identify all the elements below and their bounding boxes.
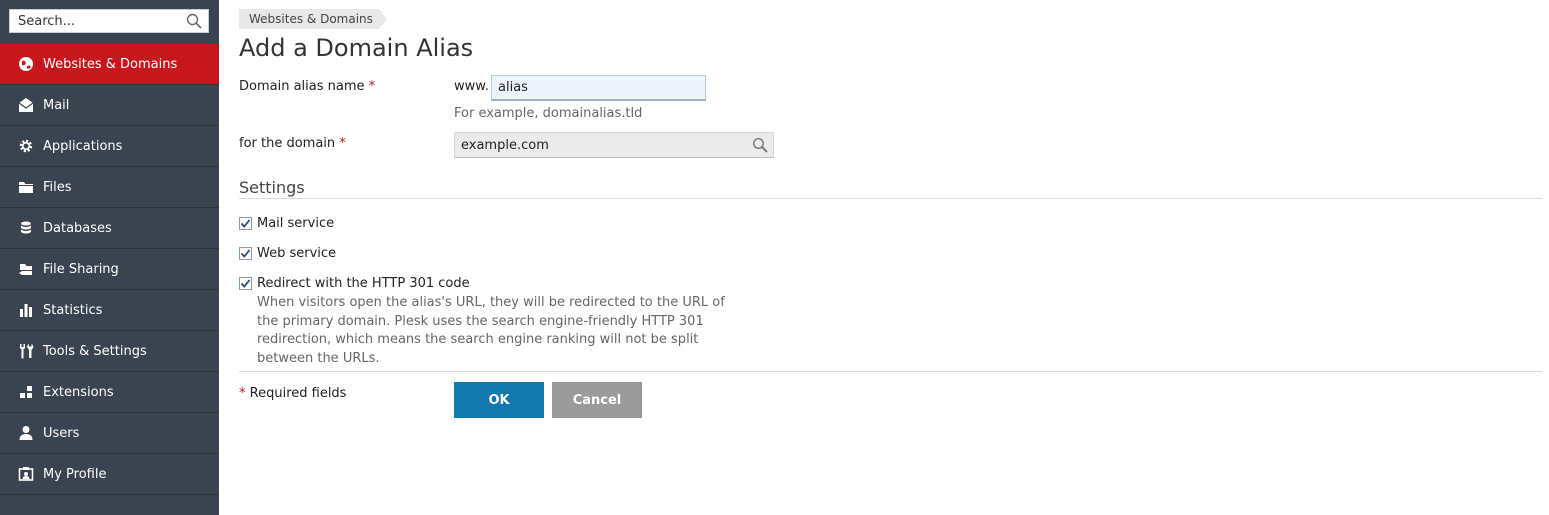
required-mark: * [368,79,376,94]
sidebar-item-tools-settings[interactable]: Tools & Settings [0,331,219,372]
sidebar-item-users[interactable]: Users [0,413,219,454]
sidebar-item-extensions[interactable]: Extensions [0,372,219,413]
mail-service-option[interactable]: Mail service [239,216,334,231]
redirect-option[interactable]: Redirect with the HTTP 301 code [239,276,470,291]
sidebar-item-label: File Sharing [43,261,119,277]
domain-select-wrapper [454,132,774,158]
redirect-description: When visitors open the alias's URL, they… [257,295,725,366]
sidebar-item-my-profile[interactable]: My Profile [0,454,219,495]
web-service-label: Web service [257,246,337,261]
sidebar-nav: Websites & Domains Mail Applications Fil… [0,44,219,495]
gear-icon [18,138,34,154]
search-input[interactable] [10,10,178,32]
sidebar-item-databases[interactable]: Databases [0,208,219,249]
required-mark: * [339,136,346,151]
web-service-checkbox[interactable] [239,247,252,260]
search-icon[interactable] [752,137,768,153]
page-title: Add a Domain Alias [239,34,474,62]
required-fields-text: Required fields [249,386,347,401]
sidebar-item-label: My Profile [43,466,107,482]
redirect-label: Redirect with the HTTP 301 code [257,276,470,291]
sidebar-item-applications[interactable]: Applications [0,126,219,167]
sidebar-item-label: Tools & Settings [43,343,147,359]
alias-hint: For example, domainalias.tld [454,106,643,121]
bar-chart-icon [18,302,34,318]
alias-name-input[interactable] [492,76,705,99]
alias-name-label: Domain alias name * [239,79,375,94]
sidebar-item-files[interactable]: Files [0,167,219,208]
user-icon [18,425,34,441]
sidebar: Websites & Domains Mail Applications Fil… [0,0,219,515]
mail-service-label: Mail service [257,216,335,231]
alias-name-label-text: Domain alias name [239,79,365,94]
alias-input-wrapper [491,75,706,101]
checkmark-icon [240,279,251,288]
extensions-icon [18,384,34,400]
tools-icon [18,343,34,359]
sidebar-item-file-sharing[interactable]: File Sharing [0,249,219,290]
checkmark-icon [240,249,251,258]
mail-icon [18,97,34,113]
breadcrumb-arrow [378,9,387,29]
database-icon [18,220,34,236]
domain-label-text: for the domain [239,136,336,151]
breadcrumb-item[interactable]: Websites & Domains [239,9,379,29]
sidebar-item-statistics[interactable]: Statistics [0,290,219,331]
sidebar-item-label: Files [43,179,72,195]
sidebar-item-label: Statistics [43,302,103,318]
sidebar-item-label: Extensions [43,384,114,400]
section-divider [239,198,1542,199]
profile-icon [18,466,34,482]
globe-icon [18,56,34,72]
sidebar-item-label: Applications [43,138,123,154]
footer-divider [239,371,1542,372]
redirect-checkbox[interactable] [239,277,252,290]
file-sharing-icon [18,261,34,277]
sidebar-item-label: Websites & Domains [43,56,178,72]
sidebar-item-label: Databases [43,220,112,236]
domain-label: for the domain * [239,136,346,151]
cancel-button[interactable]: Cancel [552,382,642,418]
web-service-option[interactable]: Web service [239,246,336,261]
sidebar-item-label: Users [43,425,80,441]
folder-icon [18,179,34,195]
settings-section-title: Settings [239,178,305,197]
search-icon[interactable] [186,13,202,29]
breadcrumb: Websites & Domains [239,9,387,29]
ok-button[interactable]: OK [454,382,544,418]
sidebar-item-mail[interactable]: Mail [0,85,219,126]
sidebar-item-websites-domains[interactable]: Websites & Domains [0,44,219,85]
required-mark: * [239,386,246,401]
checkmark-icon [240,219,251,228]
domain-input[interactable] [455,133,745,157]
www-prefix: www. [454,79,489,94]
mail-service-checkbox[interactable] [239,217,252,230]
sidebar-search [9,9,209,33]
sidebar-item-label: Mail [43,97,70,113]
required-fields-note: * Required fields [239,386,346,401]
